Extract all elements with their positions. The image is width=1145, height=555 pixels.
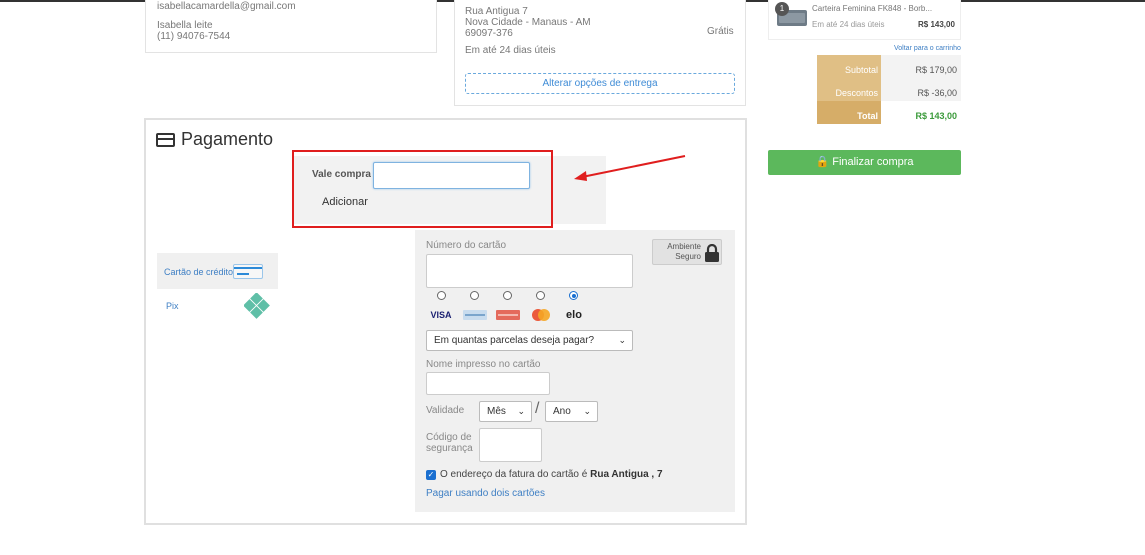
method-credit-card[interactable]: Cartão de crédito — [157, 253, 278, 289]
validity-separator: / — [535, 400, 540, 417]
product-price: R$ 143,00 — [918, 20, 955, 29]
subtotal-label: Subtotal — [817, 55, 881, 78]
highlight-rectangle — [292, 150, 553, 228]
lock-icon: 🔒 — [815, 156, 830, 168]
credit-card-icon — [233, 264, 263, 279]
finish-purchase-button[interactable]: 🔒 Finalizar compra — [768, 150, 961, 175]
mastercard-icon — [528, 306, 554, 324]
brand-radio-diners[interactable] — [503, 291, 512, 300]
secure-environment-badge: Ambiente Seguro — [652, 239, 722, 265]
method-pix-label: Pix — [166, 301, 179, 311]
chevron-down-icon: ⌄ — [517, 406, 525, 416]
brand-radio-amex[interactable] — [470, 291, 479, 300]
chevron-down-icon: ⌄ — [583, 406, 591, 416]
order-totals: Subtotal R$ 179,00 Descontos R$ -36,00 T… — [817, 55, 961, 124]
cvv-label-line1: Código de — [426, 432, 472, 443]
discount-label: Descontos — [817, 78, 881, 101]
product-quantity-badge: 1 — [775, 2, 789, 16]
payment-title: Pagamento — [181, 129, 274, 149]
back-to-cart-link[interactable]: Voltar para o carrinho — [894, 45, 961, 52]
highlight-arrow-icon — [574, 155, 686, 181]
delivery-card: Rua Antigua 7 Nova Cidade - Manaus - AM … — [454, 0, 746, 106]
billing-address-value: Rua Antigua , 7 — [590, 469, 663, 480]
discount-row: Descontos R$ -36,00 — [817, 78, 961, 101]
secure-badge-line2: Seguro — [675, 252, 701, 261]
subtotal-row: Subtotal R$ 179,00 — [817, 55, 961, 78]
lock-icon — [705, 244, 719, 262]
customer-email: isabellacamardella@gmail.com — [157, 1, 296, 12]
change-delivery-button[interactable]: Alterar opções de entrega — [465, 73, 735, 94]
cvv-input[interactable] — [479, 428, 542, 462]
total-label: Total — [817, 101, 881, 124]
finish-purchase-label: Finalizar compra — [832, 156, 914, 168]
cvv-label: Código de segurança — [426, 432, 473, 454]
billing-address-checkbox[interactable]: ✓ — [426, 470, 436, 480]
validity-label: Validade — [426, 405, 465, 416]
customer-phone: (11) 94076-7544 — [157, 31, 231, 42]
month-placeholder: Mês — [487, 406, 506, 417]
customer-card: isabellacamardella@gmail.com Isabella le… — [145, 0, 437, 53]
method-credit-card-label: Cartão de crédito — [164, 267, 234, 277]
product-eta: Em até 24 dias úteis — [812, 20, 885, 29]
pay-two-cards-link[interactable]: Pagar usando dois cartões — [426, 488, 545, 499]
card-name-label: Nome impresso no cartão — [426, 359, 541, 370]
credit-card-icon — [156, 132, 175, 147]
total-row: Total R$ 143,00 — [817, 101, 961, 124]
diners-icon — [495, 306, 521, 324]
billing-address-text: O endereço da fatura do cartão é Rua Ant… — [440, 469, 663, 480]
secure-badge-line1: Ambiente — [667, 242, 701, 251]
card-number-label: Número do cartão — [426, 240, 507, 251]
product-name: Carteira Feminina FK848 - Borb... — [812, 4, 933, 13]
card-number-input[interactable] — [426, 254, 633, 288]
delivery-street: Rua Antigua 7 — [465, 6, 528, 17]
year-select[interactable]: Ano ⌄ — [545, 401, 598, 422]
brand-radio-visa[interactable] — [437, 291, 446, 300]
delivery-city: Nova Cidade - Manaus - AM — [465, 17, 591, 28]
card-name-input[interactable] — [426, 372, 550, 395]
subtotal-value: R$ 179,00 — [881, 55, 961, 78]
method-pix[interactable]: Pix — [157, 289, 278, 325]
delivery-eta: Em até 24 dias úteis — [465, 45, 556, 56]
installments-select[interactable]: Em quantas parcelas deseja pagar? ⌄ — [426, 330, 633, 351]
billing-address-prefix: O endereço da fatura do cartão é — [440, 469, 588, 480]
discount-value: R$ -36,00 — [881, 78, 961, 101]
year-placeholder: Ano — [553, 406, 571, 417]
order-summary-product: 1 Carteira Feminina FK848 - Borb... Em a… — [768, 0, 961, 40]
payment-method-list: Cartão de crédito Pix — [157, 253, 278, 325]
total-value: R$ 143,00 — [881, 101, 961, 124]
delivery-price: Grátis — [707, 26, 734, 37]
visa-logo: VISA — [430, 310, 452, 320]
pix-icon — [244, 293, 270, 319]
customer-name: Isabella leite — [157, 20, 213, 31]
chevron-down-icon: ⌄ — [618, 335, 626, 345]
amex-icon — [462, 306, 488, 324]
delivery-zip: 69097-376 — [465, 28, 513, 39]
cvv-label-line2: segurança — [426, 443, 473, 454]
brand-radio-elo[interactable] — [569, 291, 578, 300]
payment-heading: Pagamento — [156, 129, 273, 150]
installments-placeholder: Em quantas parcelas deseja pagar? — [434, 335, 595, 346]
month-select[interactable]: Mês ⌄ — [479, 401, 532, 422]
brand-radio-mastercard[interactable] — [536, 291, 545, 300]
elo-logo: elo — [566, 309, 582, 321]
